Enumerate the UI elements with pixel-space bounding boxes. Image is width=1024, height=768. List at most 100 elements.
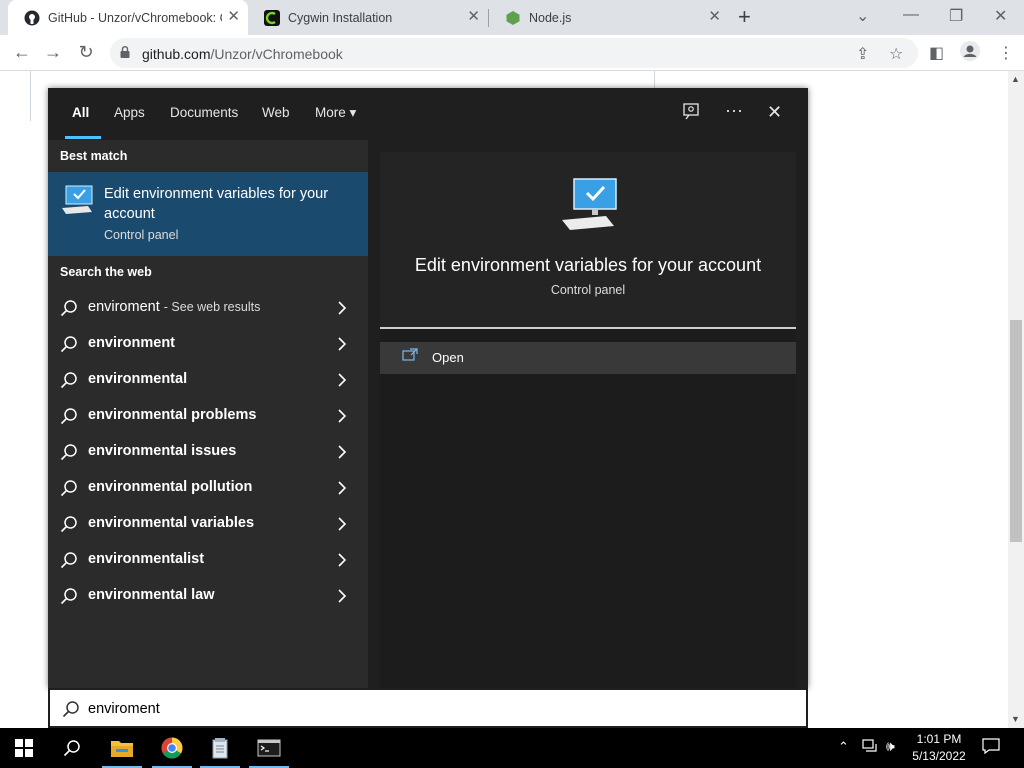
github-icon (24, 10, 40, 26)
taskbar-chrome[interactable] (148, 728, 196, 768)
web-result-item[interactable]: enviroment - See web results (48, 290, 368, 326)
taskbar-search-button[interactable] (48, 728, 96, 768)
tab-web[interactable]: Web (262, 105, 290, 120)
tab-close-icon[interactable]: ✕ (227, 9, 240, 25)
share-icon[interactable]: ⇪ (856, 44, 869, 64)
tab-search-icon[interactable]: ⌄ (856, 6, 869, 26)
computer-settings-icon (62, 185, 93, 214)
web-result-text: environmental issues (88, 443, 237, 459)
web-result-text: environment (88, 335, 176, 351)
best-match-subtitle: Control panel (104, 228, 179, 242)
tab-nodejs[interactable]: Node.js ✕ (489, 0, 729, 35)
back-icon[interactable]: ← (11, 42, 33, 63)
forward-icon[interactable]: → (42, 42, 64, 63)
search-icon (60, 480, 77, 497)
taskbar-notepad[interactable] (196, 728, 244, 768)
tab-title: Cygwin Installation (288, 10, 393, 25)
restore-icon[interactable]: ❐ (949, 6, 963, 26)
start-button[interactable] (0, 728, 48, 768)
chevron-right-icon (338, 373, 347, 387)
search-filter-tabs: All Apps Documents Web More ▾ ··· ✕ (48, 88, 808, 140)
new-tab-icon[interactable]: + (738, 6, 751, 28)
chevron-right-icon (338, 553, 347, 567)
web-result-text: environmentalist (88, 551, 205, 567)
volume-icon[interactable]: 🕪 (886, 738, 895, 755)
chevron-right-icon (338, 481, 347, 495)
url-path: /Unzor/vChromebook (210, 46, 343, 62)
cygwin-icon (264, 9, 280, 26)
chrome-icon (161, 737, 183, 759)
search-icon (62, 701, 79, 718)
feedback-icon[interactable] (682, 102, 700, 125)
results-list: Best match Edit environment variables fo… (48, 140, 368, 688)
web-result-item[interactable]: environmental issues (48, 434, 368, 470)
search-icon (60, 444, 77, 461)
scroll-up-icon[interactable]: ▲ (1011, 74, 1020, 84)
windows-logo-icon (15, 739, 33, 757)
tab-close-icon[interactable]: ✕ (708, 9, 721, 25)
taskbar: ⌃ 🕪 1:01 PM 5/13/2022 (0, 728, 1024, 768)
close-window-icon[interactable]: ✕ (994, 6, 1007, 26)
web-result-text: environmental law (88, 587, 215, 603)
page-scrollbar-thumb[interactable] (1010, 320, 1022, 542)
computer-settings-icon (562, 178, 617, 230)
best-match-item[interactable]: Edit environment variables for your acco… (48, 172, 368, 256)
clock-time: 1:01 PM (916, 732, 962, 746)
side-panel-icon[interactable]: ◧ (929, 43, 944, 63)
windows-search-panel: All Apps Documents Web More ▾ ··· ✕ Best… (48, 88, 808, 688)
scroll-down-icon[interactable]: ▼ (1011, 714, 1020, 724)
lock-icon (120, 46, 130, 58)
address-bar[interactable]: github.com/Unzor/vChromebook ⇪ ☆ (110, 38, 918, 68)
best-match-heading: Best match (60, 149, 128, 163)
web-result-item[interactable]: environmental variables (48, 506, 368, 542)
tab-documents[interactable]: Documents (170, 105, 238, 120)
tab-apps[interactable]: Apps (114, 105, 145, 120)
terminal-icon (257, 739, 281, 757)
network-icon[interactable] (862, 739, 878, 756)
web-result-text: environmental variables (88, 515, 255, 531)
search-icon (63, 740, 80, 757)
search-box[interactable] (48, 688, 808, 728)
taskbar-terminal[interactable] (245, 728, 293, 768)
preview-subtitle: Control panel (550, 283, 626, 297)
reload-icon[interactable]: ↻ (75, 42, 97, 63)
taskbar-file-explorer[interactable] (98, 728, 146, 768)
clock-date: 5/13/2022 (912, 749, 966, 763)
tab-title: GitHub - Unzor/vChromebook: C (48, 10, 222, 25)
open-label: Open (432, 350, 464, 365)
show-hidden-icons-icon[interactable]: ⌃ (838, 739, 849, 755)
tab-more[interactable]: More ▾ (315, 105, 356, 121)
notification-center-icon[interactable] (982, 737, 1000, 758)
web-result-item[interactable]: environmental problems (48, 398, 368, 434)
web-result-text: environmental (88, 371, 188, 387)
web-result-item[interactable]: environmental pollution (48, 470, 368, 506)
chevron-right-icon (338, 589, 347, 603)
search-input[interactable] (88, 698, 688, 720)
tab-github[interactable]: GitHub - Unzor/vChromebook: C ✕ (8, 0, 248, 35)
bookmark-star-icon[interactable]: ☆ (889, 44, 903, 64)
open-action-button[interactable]: Open (380, 342, 796, 374)
file-explorer-icon (111, 741, 133, 757)
web-result-item[interactable]: environmental law (48, 578, 368, 614)
open-icon (402, 348, 418, 361)
tab-cygwin[interactable]: Cygwin Installation ✕ (248, 0, 488, 35)
profile-avatar-icon[interactable] (960, 41, 980, 66)
tab-close-icon[interactable]: ✕ (467, 9, 480, 25)
web-result-hint: - See web results (163, 300, 261, 314)
web-result-item[interactable]: environmental (48, 362, 368, 398)
preview-pane: Edit environment variables for your acco… (380, 152, 796, 688)
menu-kebab-icon[interactable]: ⋮ (998, 43, 1014, 63)
browser-tab-strip: GitHub - Unzor/vChromebook: C ✕ Cygwin I… (0, 0, 1024, 35)
search-web-heading: Search the web (60, 265, 152, 279)
more-options-icon[interactable]: ··· (725, 100, 743, 121)
web-result-item[interactable]: environment (48, 326, 368, 362)
chevron-right-icon (338, 409, 347, 423)
tab-all[interactable]: All (72, 105, 89, 120)
close-search-icon[interactable]: ✕ (767, 102, 782, 123)
chevron-right-icon (338, 517, 347, 531)
clock[interactable]: 1:01 PM 5/13/2022 (908, 731, 970, 765)
minimize-icon[interactable]: — (903, 6, 919, 24)
tab-more-label: More (315, 105, 346, 120)
web-result-item[interactable]: environmentalist (48, 542, 368, 578)
browser-toolbar: ← → ↻ github.com/Unzor/vChromebook ⇪ ☆ ◧… (0, 35, 1024, 71)
